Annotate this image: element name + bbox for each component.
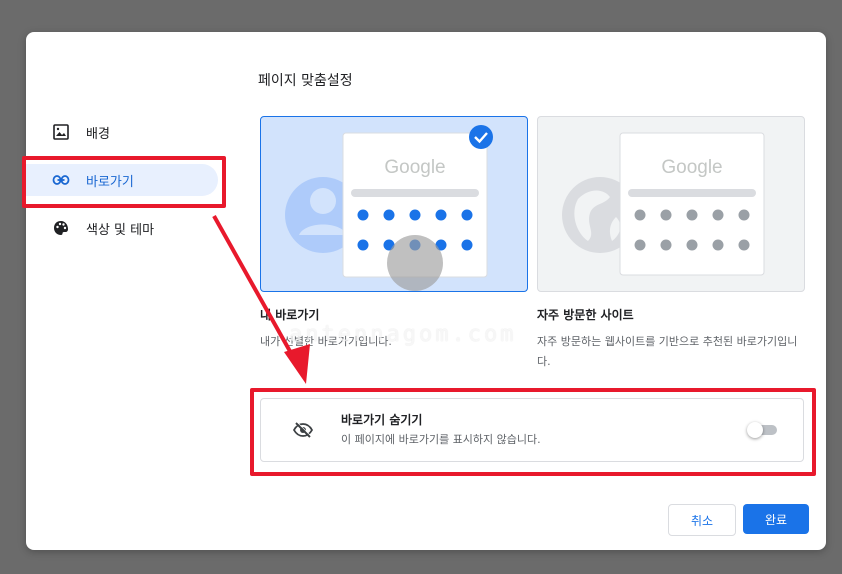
red-arrow: [212, 215, 310, 384]
